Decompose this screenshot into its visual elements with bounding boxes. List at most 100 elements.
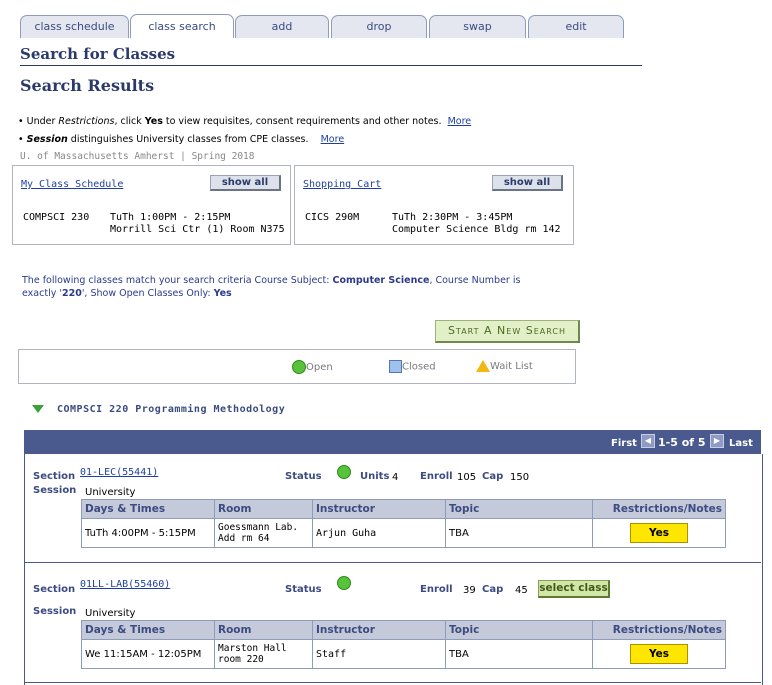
restrictions-note: • Under Restrictions, click Yes to view …: [18, 116, 471, 127]
col-topic: Topic: [445, 499, 593, 519]
section-link[interactable]: 01-LEC(55441): [80, 467, 158, 478]
course-header: COMPSCI 220 Programming Methodology: [57, 404, 286, 415]
section-link[interactable]: 01LL-LAB(55460): [80, 579, 170, 590]
search-criteria: The following classes match your search …: [22, 274, 582, 300]
cart-course: CICS 290M: [305, 212, 360, 223]
more-link-restrictions[interactable]: More: [448, 116, 472, 127]
instructor-cell: Arjun Guha: [312, 518, 446, 548]
criteria-open-only: Yes: [213, 288, 232, 299]
note-text: , click: [114, 116, 145, 127]
cap-value: 150: [510, 472, 530, 483]
col-days: Days & Times: [81, 499, 215, 519]
enroll-value: 105: [457, 472, 477, 483]
legend-closed: Closed: [389, 360, 436, 373]
tab-class-search[interactable]: class search: [130, 14, 234, 38]
status-label: Status: [285, 471, 322, 482]
session-note: • Session distinguishes University class…: [18, 134, 344, 145]
instructor-cell: Staff: [312, 639, 446, 669]
legend-wait-label: Wait List: [490, 361, 533, 372]
note-text: Session: [26, 134, 68, 145]
col-restrictions: Restrictions/Notes: [592, 620, 726, 640]
col-instructor: Instructor: [312, 499, 446, 519]
table-row: We 11:15AM - 12:05PM Marston Hall room 2…: [81, 639, 726, 669]
collapse-triangle-icon[interactable]: [32, 405, 44, 413]
cart-show-all-button[interactable]: show all: [492, 175, 563, 191]
cap-label: Cap: [482, 584, 504, 595]
col-restrictions: Restrictions/Notes: [592, 499, 726, 519]
tab-add[interactable]: add: [235, 15, 329, 38]
open-status-icon: [292, 360, 306, 374]
next-arrow-icon[interactable]: ▶: [710, 434, 724, 448]
shopping-cart-link[interactable]: Shopping Cart: [303, 179, 381, 190]
topic-cell: TBA: [445, 639, 593, 669]
table-header-row: Days & Times Room Instructor Topic Restr…: [81, 499, 726, 519]
table-header-row: Days & Times Room Instructor Topic Restr…: [81, 620, 726, 640]
criteria-subject: Computer Science: [332, 275, 430, 286]
session-label: Session: [33, 485, 77, 496]
legend-open: Open: [292, 360, 333, 374]
my-class-schedule-link[interactable]: My Class Schedule: [21, 179, 123, 190]
open-status-icon: [337, 576, 351, 590]
schedule-location: Morrill Sci Ctr (1) Room N375: [110, 224, 285, 235]
schedule-course: COMPSCI 230: [23, 212, 90, 223]
last-link[interactable]: Last: [729, 438, 753, 449]
criteria-text: exactly ': [22, 288, 62, 299]
closed-status-icon: [389, 360, 402, 373]
days-cell: We 11:15AM - 12:05PM: [81, 639, 215, 669]
tab-class-schedule[interactable]: class schedule: [20, 15, 129, 38]
term-label: U. of Massachusetts Amherst | Spring 201…: [20, 151, 255, 162]
restrictions-cell: Yes: [592, 518, 726, 548]
units-value: 4: [392, 472, 399, 483]
col-room: Room: [214, 499, 313, 519]
tab-edit[interactable]: edit: [528, 15, 624, 38]
more-link-session[interactable]: More: [321, 134, 345, 145]
note-text: distinguishes University classes from CP…: [67, 134, 309, 145]
open-status-icon: [337, 465, 351, 479]
select-class-button[interactable]: select class: [538, 580, 610, 598]
col-room: Room: [214, 620, 313, 640]
section-title: Search Results: [20, 76, 155, 95]
status-label: Status: [285, 584, 322, 595]
section-label: Section: [33, 471, 76, 482]
topic-cell: TBA: [445, 518, 593, 548]
section-label: Section: [33, 584, 76, 595]
days-cell: TuTh 4:00PM - 5:15PM: [81, 518, 215, 548]
section-divider: [24, 682, 761, 683]
tab-swap[interactable]: swap: [429, 15, 526, 38]
room-cell: Marston Hall room 220: [214, 639, 313, 669]
section-meetings-table: Days & Times Room Instructor Topic Restr…: [81, 499, 726, 548]
section-divider: [24, 562, 761, 563]
schedule-show-all-button[interactable]: show all: [210, 175, 281, 191]
enroll-label: Enroll: [420, 584, 453, 595]
cart-time: TuTh 2:30PM - 3:45PM: [392, 212, 513, 223]
col-instructor: Instructor: [312, 620, 446, 640]
cap-value: 45: [515, 585, 528, 596]
legend-closed-label: Closed: [402, 361, 436, 373]
cart-location: Computer Science Bldg rm 142: [392, 224, 561, 235]
prev-arrow-icon[interactable]: ◀: [641, 434, 655, 448]
col-days: Days & Times: [81, 620, 215, 640]
session-label: Session: [33, 606, 77, 617]
enroll-value: 39: [463, 585, 476, 596]
note-text: •: [18, 134, 27, 145]
start-new-search-button[interactable]: Start A New Search: [435, 320, 580, 343]
note-text: Restrictions: [58, 116, 115, 127]
restrictions-yes-button[interactable]: Yes: [630, 644, 688, 664]
criteria-text: ', Show Open Classes Only:: [81, 288, 214, 299]
legend-open-label: Open: [306, 362, 333, 373]
room-cell: Goessmann Lab. Add rm 64: [214, 518, 313, 548]
table-row: TuTh 4:00PM - 5:15PM Goessmann Lab. Add …: [81, 518, 726, 548]
session-value: University: [85, 487, 136, 498]
restrictions-yes-button[interactable]: Yes: [630, 523, 688, 543]
criteria-text: , Course Number is: [429, 275, 521, 286]
title-underline: [20, 65, 642, 66]
col-topic: Topic: [445, 620, 593, 640]
criteria-number: 220: [61, 288, 82, 299]
enroll-label: Enroll: [420, 471, 453, 482]
section-meetings-table: Days & Times Room Instructor Topic Restr…: [81, 620, 726, 669]
note-text: to view requisites, consent requirements…: [162, 116, 442, 127]
results-nav-bar: First ◀ 1-5 of 5 ▶ Last: [24, 430, 761, 454]
tab-drop[interactable]: drop: [331, 15, 427, 38]
first-link[interactable]: First: [611, 438, 637, 449]
session-value: University: [85, 608, 136, 619]
